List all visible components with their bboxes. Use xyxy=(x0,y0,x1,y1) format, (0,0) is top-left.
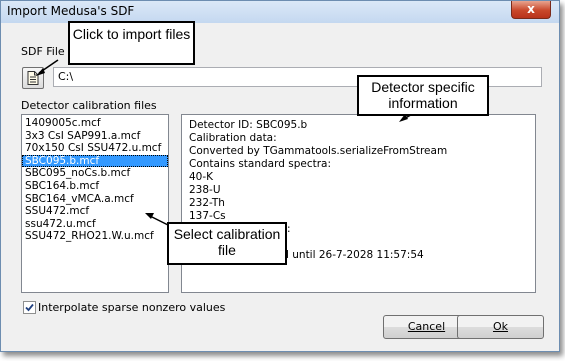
detector-callout: Detector specific information xyxy=(357,75,489,116)
select-callout-text: Select calibration file xyxy=(173,226,281,258)
detector-callout-text: Detector specific information xyxy=(371,79,475,111)
import-callout-text: Click to import files xyxy=(72,26,191,42)
import-callout: Click to import files xyxy=(68,21,195,65)
select-callout: Select calibration file xyxy=(167,222,287,265)
